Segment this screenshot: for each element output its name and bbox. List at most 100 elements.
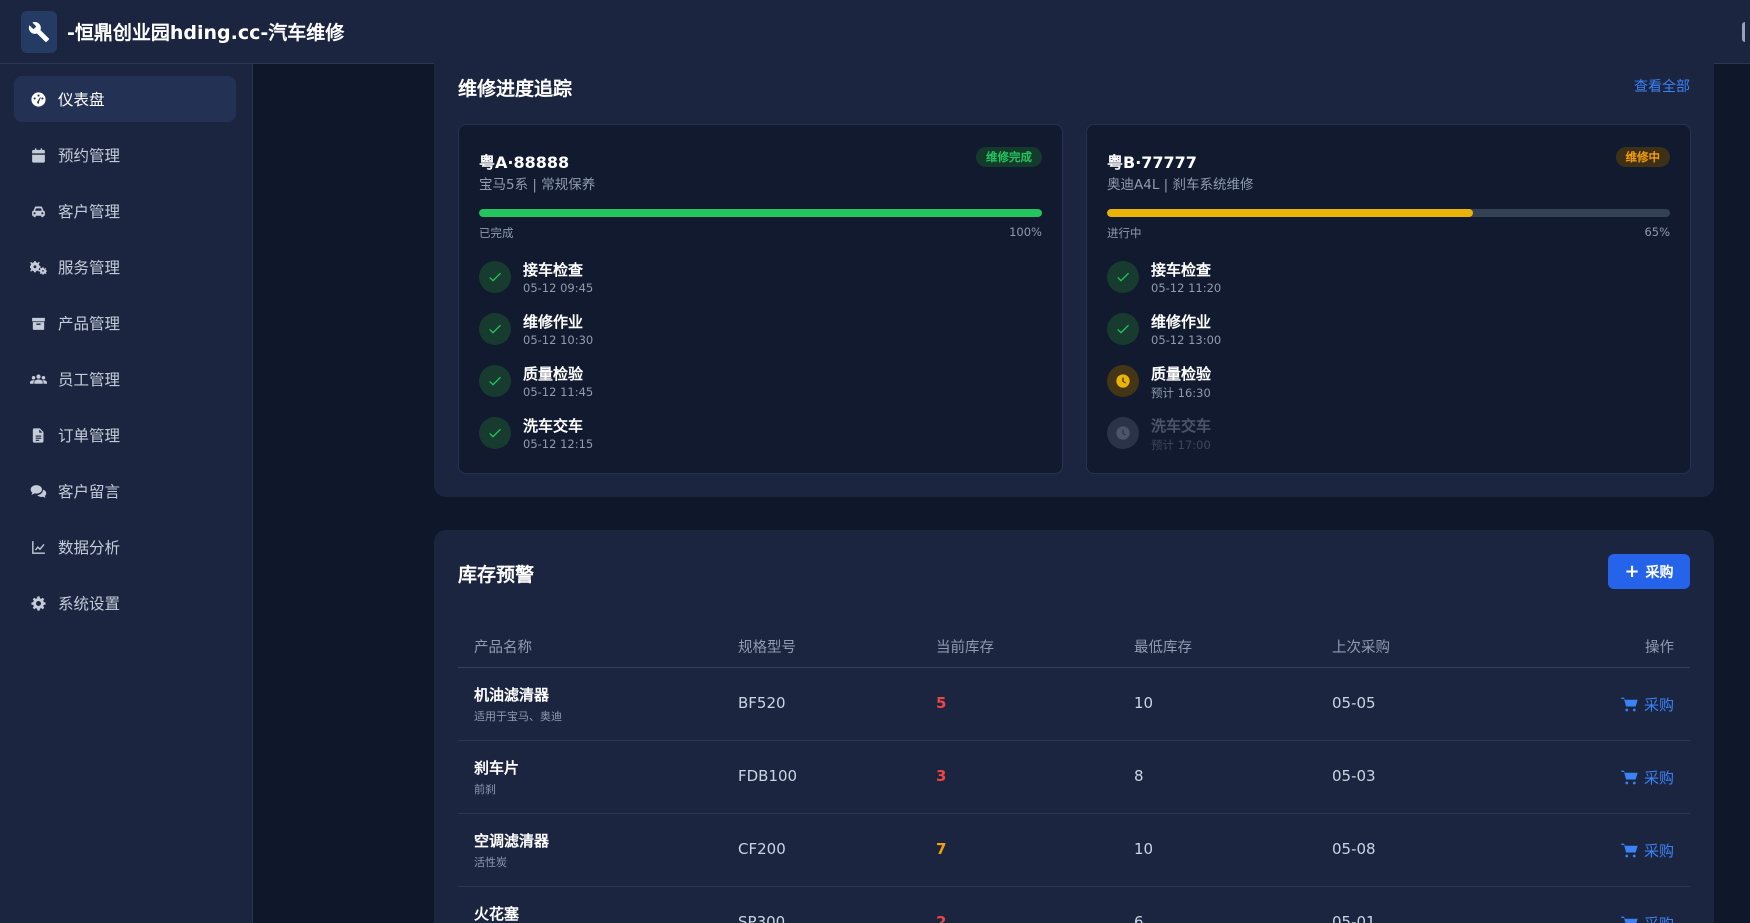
- car-icon: [28, 201, 48, 221]
- sidebar-item-label: 客户留言: [58, 483, 121, 501]
- sidebar-item-label: 服务管理: [58, 259, 121, 277]
- file-icon: [28, 425, 48, 445]
- step-time: 预计 16:30: [1151, 386, 1211, 400]
- min-stock: 6: [1134, 913, 1144, 923]
- purchase-button-label: 采购: [1645, 564, 1674, 581]
- sidebar-item-analytics[interactable]: 数据分析: [14, 524, 236, 570]
- last-purchase: 05-03: [1332, 767, 1376, 785]
- step-time: 预计 17:00: [1151, 438, 1211, 452]
- step-name: 接车检查: [523, 261, 584, 279]
- repair-progress-panel: 维修进度追踪 查看全部 粤A·88888 宝马5系 | 常规保养 维修完成 已完…: [434, 40, 1714, 497]
- gear-icon: [28, 593, 48, 613]
- column-header: 当前库存: [936, 640, 994, 656]
- check-icon: [479, 261, 511, 293]
- progress-step: 洗车交车 预计 17:00: [1107, 415, 1507, 455]
- purchase-link-label: 采购: [1643, 842, 1674, 860]
- purchase-link[interactable]: 采购: [1621, 913, 1674, 923]
- last-purchase: 05-01: [1332, 913, 1376, 923]
- step-name: 维修作业: [523, 313, 584, 331]
- current-stock: 5: [936, 694, 947, 712]
- last-purchase: 05-08: [1332, 840, 1376, 858]
- sidebar-item-label: 预约管理: [58, 147, 121, 165]
- sidebar-item-orders[interactable]: 订单管理: [14, 412, 236, 458]
- purchase-link-label: 采购: [1644, 913, 1674, 923]
- vehicle-service: 奥迪A4L | 刹车系统维修: [1107, 177, 1254, 193]
- user-menu-edge[interactable]: [1742, 22, 1750, 42]
- sidebar-item-settings[interactable]: 系统设置: [14, 580, 236, 626]
- column-header: 产品名称: [474, 640, 532, 656]
- progress-bar: [1107, 209, 1670, 217]
- column-header: 规格型号: [738, 640, 796, 656]
- sidebar-item-label: 数据分析: [58, 539, 121, 557]
- sidebar-item-label: 产品管理: [58, 315, 121, 333]
- app-title: -恒鼎创业园hding.cc-汽车维修: [67, 22, 345, 44]
- progress-step: 接车检查 05-12 11:20: [1107, 259, 1507, 299]
- check-icon: [479, 313, 511, 345]
- dashboard-icon: [28, 89, 48, 109]
- plate-number: 粤A·88888: [479, 153, 570, 172]
- sidebar-item-label: 员工管理: [58, 371, 121, 389]
- sidebar-item-appointments[interactable]: 预约管理: [14, 132, 236, 178]
- sidebar-item-staff[interactable]: 员工管理: [14, 356, 236, 402]
- purchase-link-label: 采购: [1643, 769, 1674, 787]
- last-purchase: 05-05: [1332, 694, 1376, 712]
- step-time: 05-12 11:20: [1151, 281, 1222, 295]
- purchase-button[interactable]: + 采购: [1608, 554, 1690, 589]
- check-icon: [1107, 313, 1139, 345]
- clock-icon: [1107, 365, 1139, 397]
- wrench-icon: [21, 10, 57, 53]
- view-all-link[interactable]: 查看全部: [1634, 76, 1690, 96]
- panel-title: 维修进度追踪: [458, 78, 573, 100]
- status-badge: 维修中: [1615, 147, 1670, 167]
- progress-step: 质量检验 预计 16:30: [1107, 363, 1507, 403]
- vehicle-service: 宝马5系 | 常规保养: [479, 177, 596, 193]
- progress-step: 洗车交车 05-12 12:15: [479, 415, 879, 455]
- sidebar-item-label: 系统设置: [58, 595, 121, 613]
- step-time: 05-12 12:15: [523, 437, 594, 451]
- panel-title: 库存预警: [458, 564, 535, 586]
- current-stock: 3: [936, 767, 947, 785]
- sidebar-item-dashboard[interactable]: 仪表盘: [14, 76, 236, 122]
- purchase-link[interactable]: 采购: [1621, 840, 1674, 861]
- plus-icon: +: [1624, 560, 1640, 582]
- product-model: CF200: [738, 840, 786, 858]
- check-icon: [479, 365, 511, 397]
- sidebar-item-customers[interactable]: 客户管理: [14, 188, 236, 234]
- progress-percent: 100%: [1009, 225, 1042, 239]
- product-name: 刹车片: [474, 759, 520, 777]
- sidebar-item-services[interactable]: 服务管理: [14, 244, 236, 290]
- cart-icon: [1621, 770, 1638, 785]
- repair-card[interactable]: 粤B·77777 奥迪A4L | 刹车系统维修 维修中 进行中 65% 接车检查…: [1086, 124, 1691, 474]
- min-stock: 10: [1134, 840, 1154, 858]
- sidebar-item-messages[interactable]: 客户留言: [14, 468, 236, 514]
- table-row: 刹车片 前刹 FDB100 3 8 05-03 采购: [458, 741, 1690, 814]
- stock-warning-panel: 库存预警 + 采购 产品名称 规格型号 当前库存 最低库存 上次采购 操作 机油…: [434, 530, 1714, 923]
- sidebar-item-products[interactable]: 产品管理: [14, 300, 236, 346]
- step-name: 质量检验: [1151, 365, 1212, 383]
- progress-bar-fill: [1107, 209, 1473, 217]
- progress-percent: 65%: [1644, 225, 1670, 239]
- gears-icon: [28, 257, 48, 277]
- repair-card[interactable]: 粤A·88888 宝马5系 | 常规保养 维修完成 已完成 100% 接车检查 …: [458, 124, 1063, 474]
- current-stock: 7: [936, 840, 947, 858]
- progress-step: 维修作业 05-12 10:30: [479, 311, 879, 351]
- table-row: 火花塞 SP300 2 6 05-01 采购: [458, 887, 1690, 923]
- sidebar-item-label: 客户管理: [58, 203, 121, 221]
- progress-step: 维修作业 05-12 13:00: [1107, 311, 1507, 351]
- purchase-link[interactable]: 采购: [1621, 694, 1674, 715]
- comments-icon: [28, 481, 48, 501]
- step-time: 05-12 11:45: [523, 385, 594, 399]
- purchase-link[interactable]: 采购: [1621, 767, 1674, 788]
- users-icon: [28, 369, 48, 389]
- min-stock: 10: [1134, 694, 1154, 712]
- step-time: 05-12 13:00: [1151, 333, 1222, 347]
- progress-state: 进行中: [1107, 226, 1142, 240]
- product-name: 空调滤清器: [474, 832, 550, 850]
- check-icon: [479, 417, 511, 449]
- step-name: 质量检验: [523, 365, 584, 383]
- step-time: 05-12 09:45: [523, 281, 594, 295]
- product-model: BF520: [738, 694, 786, 712]
- progress-state: 已完成: [479, 226, 514, 240]
- step-name: 维修作业: [1151, 313, 1212, 331]
- current-stock: 2: [936, 913, 947, 923]
